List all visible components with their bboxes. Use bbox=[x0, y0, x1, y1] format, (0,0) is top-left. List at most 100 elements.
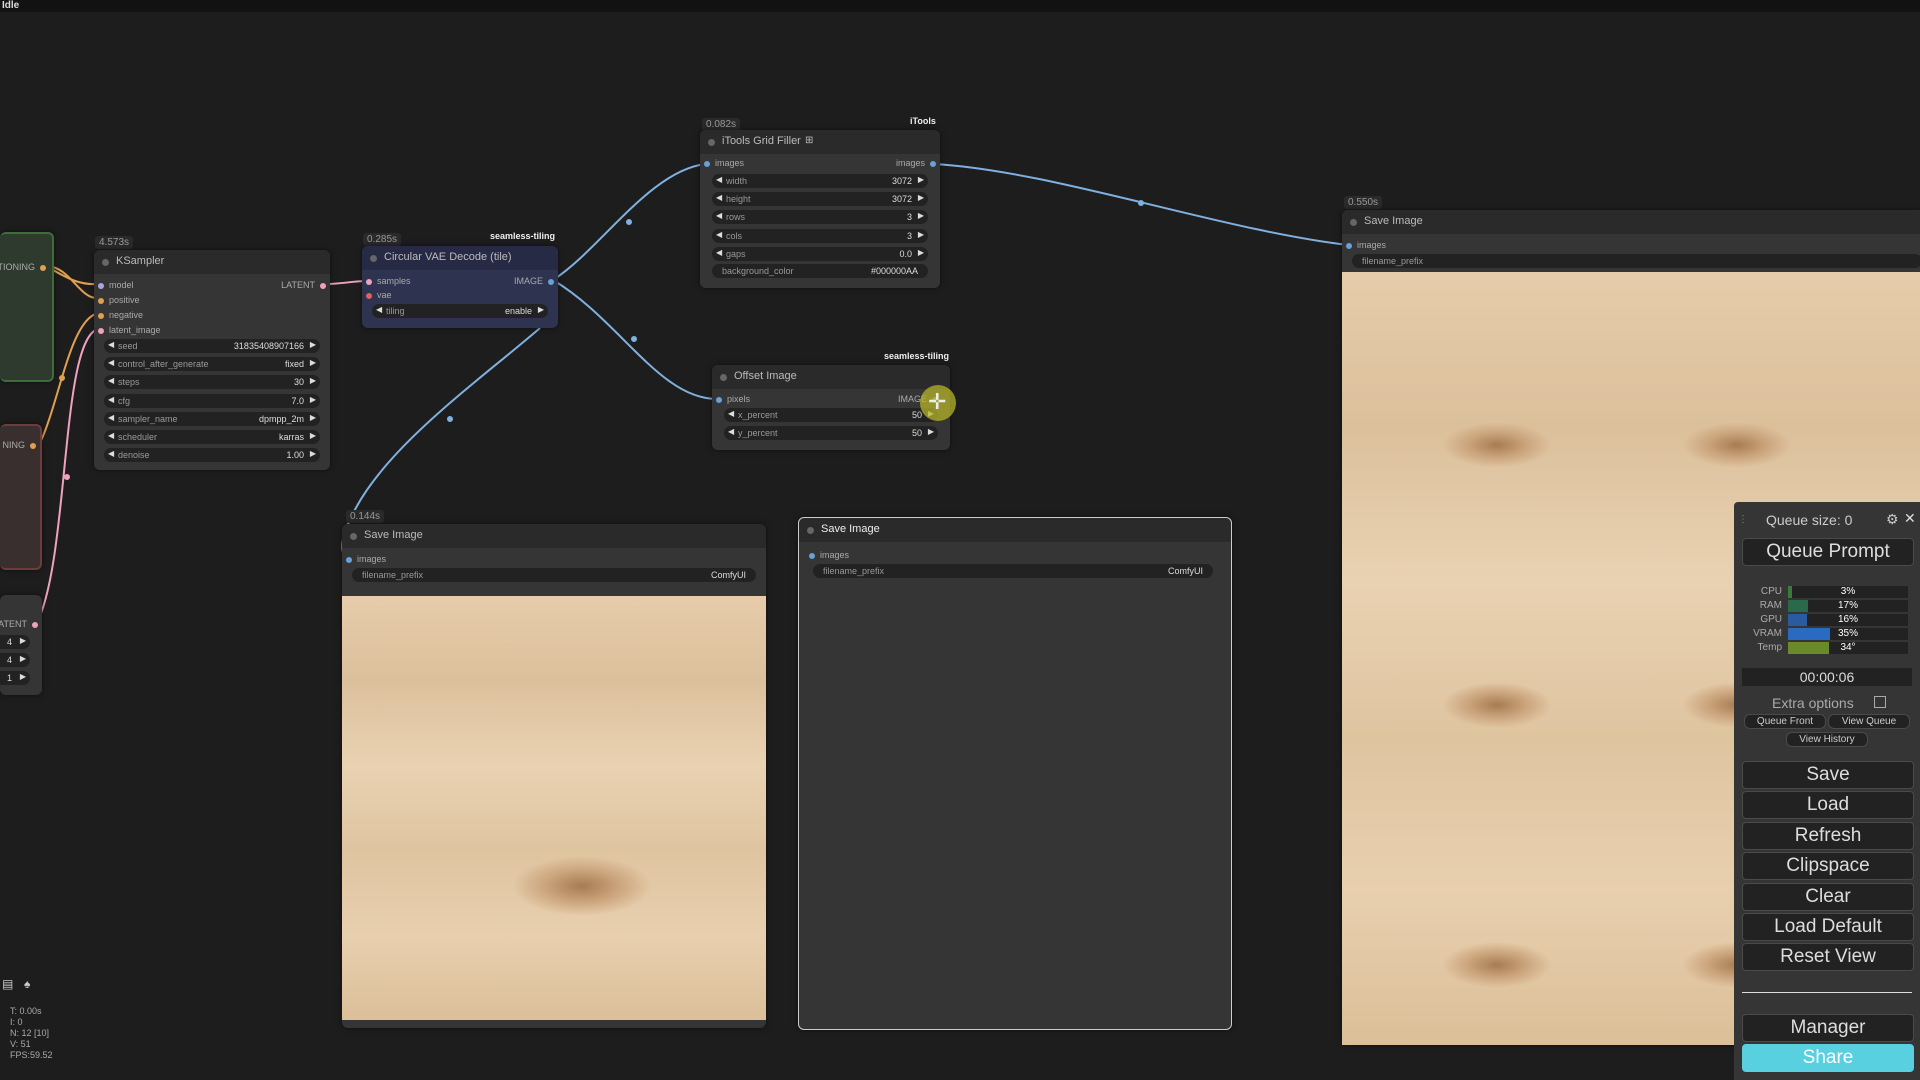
arrow-left-icon[interactable]: ◀ bbox=[716, 175, 722, 184]
widget-filename-prefix[interactable]: filename_prefix bbox=[1352, 254, 1920, 268]
input-slot-negative[interactable]: negative bbox=[98, 310, 143, 321]
widget-x-percent[interactable]: ◀x_percent50▶ bbox=[724, 408, 938, 422]
widget-partial[interactable]: 4 ▶ bbox=[0, 635, 30, 649]
input-slot-vae[interactable]: vae bbox=[366, 290, 392, 301]
arrow-left-icon[interactable]: ◀ bbox=[108, 376, 114, 385]
collapse-dot-icon[interactable] bbox=[350, 533, 357, 540]
widget-cols[interactable]: ◀ cols 3 ▶ bbox=[712, 228, 928, 243]
load-button[interactable]: Load bbox=[1742, 791, 1914, 820]
input-slot-pixels[interactable]: pixels bbox=[716, 394, 750, 405]
conditioning-node-partial-2[interactable]: NING bbox=[0, 424, 42, 570]
input-slot-images[interactable]: images bbox=[1346, 240, 1386, 251]
widget-tiling[interactable]: ◀ tiling enable ▶ bbox=[372, 304, 548, 318]
ksampler-node[interactable]: KSampler model positive negative latent_… bbox=[94, 250, 330, 470]
collapse-dot-icon[interactable] bbox=[370, 255, 377, 262]
arrow-right-icon[interactable]: ▶ bbox=[918, 193, 924, 202]
output-slot-image[interactable]: IMAGE bbox=[514, 276, 554, 287]
widget-filename-prefix[interactable]: filename_prefix ComfyUI bbox=[813, 564, 1213, 578]
widget-background-color[interactable]: background_color #000000AA bbox=[712, 264, 928, 278]
save-image-node-left[interactable]: Save Image images filename_prefix ComfyUI bbox=[342, 524, 766, 1028]
arrow-right-icon[interactable]: ▶ bbox=[918, 175, 924, 184]
menu-icon[interactable]: ▤ bbox=[2, 977, 13, 991]
widget-seed[interactable]: ◀ seed 318354089071​66 ▶ bbox=[104, 339, 320, 353]
queue-front-button[interactable]: Queue Front bbox=[1744, 714, 1826, 729]
arrow-left-icon[interactable]: ◀ bbox=[108, 449, 114, 458]
input-slot-images[interactable]: images bbox=[704, 158, 744, 169]
load-default-button[interactable]: Load Default bbox=[1742, 913, 1914, 941]
arrow-left-icon[interactable]: ◀ bbox=[728, 427, 734, 436]
arrow-left-icon[interactable]: ◀ bbox=[108, 413, 114, 422]
input-slot-latent-image[interactable]: latent_image bbox=[98, 325, 161, 336]
gear-icon[interactable]: ⚙ bbox=[1886, 511, 1899, 528]
arrow-right-icon[interactable]: ▶ bbox=[918, 230, 924, 239]
widget-partial[interactable]: 4 ▶ bbox=[0, 653, 30, 667]
widget-y-percent[interactable]: ◀ y_percent 50 ▶ bbox=[724, 426, 938, 440]
vae-decode-node[interactable]: Circular VAE Decode (tile) samples vae I… bbox=[362, 246, 558, 328]
arrow-right-icon[interactable]: ▶ bbox=[310, 340, 316, 349]
arrow-right-icon[interactable]: ▶ bbox=[20, 636, 26, 645]
arrow-left-icon[interactable]: ◀ bbox=[108, 431, 114, 440]
node-title-bar[interactable]: Offset Image bbox=[712, 365, 950, 389]
arrow-left-icon[interactable]: ◀ bbox=[716, 211, 722, 220]
widget-steps[interactable]: ◀ steps 30 ▶ bbox=[104, 375, 320, 390]
drag-handle-icon[interactable]: ⋮ bbox=[1738, 514, 1748, 525]
output-slot[interactable]: NING bbox=[3, 440, 36, 451]
collapse-dot-icon[interactable] bbox=[708, 139, 715, 146]
latent-node-partial[interactable]: ATENT 4 ▶ 4 ▶ 1 ▶ bbox=[0, 595, 42, 695]
widget-partial[interactable]: 1 ▶ bbox=[0, 671, 30, 685]
node-title-bar[interactable]: iTools Grid Filler ⊞ bbox=[700, 130, 940, 154]
input-slot-samples[interactable]: samples bbox=[366, 276, 411, 287]
arrow-left-icon[interactable]: ◀ bbox=[716, 193, 722, 202]
arrow-right-icon[interactable]: ▶ bbox=[20, 672, 26, 681]
clipspace-button[interactable]: Clipspace bbox=[1742, 852, 1914, 881]
arrow-right-icon[interactable]: ▶ bbox=[20, 654, 26, 663]
arrow-right-icon[interactable]: ▶ bbox=[310, 376, 316, 385]
arrow-left-icon[interactable]: ◀ bbox=[108, 358, 114, 367]
arrow-right-icon[interactable]: ▶ bbox=[918, 211, 924, 220]
collapse-dot-icon[interactable] bbox=[102, 259, 109, 266]
view-queue-button[interactable]: View Queue bbox=[1828, 714, 1910, 729]
arrow-right-icon[interactable]: ▶ bbox=[310, 413, 316, 422]
widget-height[interactable]: ◀ height 3072 ▶ bbox=[712, 192, 928, 207]
save-button[interactable]: Save bbox=[1742, 761, 1914, 789]
widget-rows[interactable]: ◀ rows 3 ▶ bbox=[712, 210, 928, 225]
bell-icon[interactable]: ♠ bbox=[24, 977, 30, 991]
arrow-left-icon[interactable]: ◀ bbox=[728, 409, 734, 418]
extra-options-checkbox[interactable] bbox=[1874, 696, 1886, 708]
conditioning-node-partial[interactable]: TIONING bbox=[0, 232, 54, 382]
share-button[interactable]: Share bbox=[1742, 1044, 1914, 1072]
arrow-right-icon[interactable]: ▶ bbox=[310, 395, 316, 404]
node-title-bar[interactable]: Circular VAE Decode (tile) bbox=[362, 246, 558, 270]
node-title-bar[interactable]: Save Image bbox=[1342, 210, 1920, 234]
arrow-left-icon[interactable]: ◀ bbox=[716, 230, 722, 239]
output-slot-images[interactable]: images bbox=[896, 158, 936, 169]
widget-gaps[interactable]: ◀ gaps 0.0 ▶ bbox=[712, 246, 928, 261]
queue-prompt-button[interactable]: Queue Prompt bbox=[1742, 538, 1914, 566]
input-slot-positive[interactable]: positive bbox=[98, 295, 140, 306]
widget-filename-prefix[interactable]: filename_prefix ComfyUI bbox=[352, 568, 756, 582]
collapse-dot-icon[interactable] bbox=[1350, 219, 1357, 226]
input-slot-images[interactable]: images bbox=[346, 554, 386, 565]
offset-image-node[interactable]: Offset Image pixels IMAGE ◀x_percent50▶◀… bbox=[712, 365, 950, 450]
refresh-button[interactable]: Refresh bbox=[1742, 821, 1914, 850]
arrow-right-icon[interactable]: ▶ bbox=[310, 431, 316, 440]
manager-button[interactable]: Manager bbox=[1742, 1014, 1914, 1042]
collapse-dot-icon[interactable] bbox=[720, 374, 727, 381]
node-title-bar[interactable]: Save Image bbox=[799, 518, 1231, 542]
arrow-left-icon[interactable]: ◀ bbox=[108, 395, 114, 404]
view-history-button[interactable]: View History bbox=[1786, 732, 1868, 747]
output-slot-latent[interactable]: LATENT bbox=[281, 280, 326, 291]
output-slot[interactable]: ATENT bbox=[0, 619, 38, 630]
arrow-right-icon[interactable]: ▶ bbox=[538, 305, 544, 314]
widget-denoise[interactable]: ◀ denoise 1.00 ▶ bbox=[104, 448, 320, 463]
arrow-left-icon[interactable]: ◀ bbox=[108, 340, 114, 349]
input-slot-model[interactable]: model bbox=[98, 280, 134, 291]
reset-view-button[interactable]: Reset View bbox=[1742, 943, 1914, 972]
widget-sampler-name[interactable]: ◀ sampler_name dpmpp_2m ▶ bbox=[104, 411, 320, 426]
widget-cfg[interactable]: ◀ cfg 7.0 ▶ bbox=[104, 393, 320, 408]
output-slot[interactable]: TIONING bbox=[0, 262, 46, 273]
arrow-left-icon[interactable]: ◀ bbox=[716, 248, 722, 257]
widget-scheduler[interactable]: ◀ scheduler karras ▶ bbox=[104, 430, 320, 444]
widget-control-after-generate[interactable]: ◀ control_after_generate fixed ▶ bbox=[104, 357, 320, 372]
arrow-right-icon[interactable]: ▶ bbox=[310, 449, 316, 458]
